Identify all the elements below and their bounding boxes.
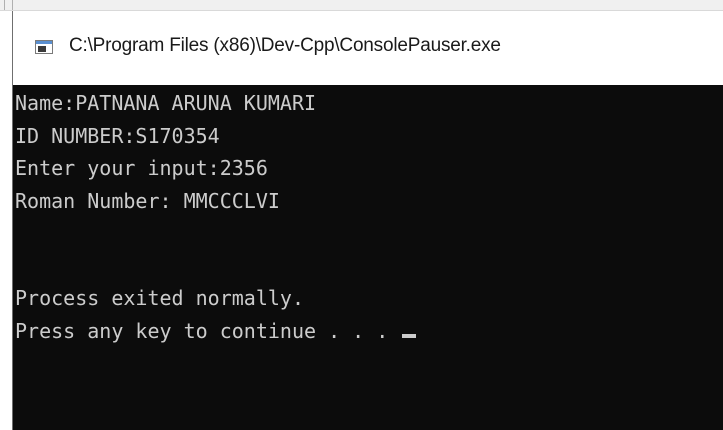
- console-window[interactable]: C:\Program Files (x86)\Dev-Cpp\ConsolePa…: [12, 11, 723, 430]
- edge-divider: [12, 0, 13, 10]
- edge-divider: [4, 0, 5, 10]
- output-line-input: Enter your input:2356: [15, 156, 268, 180]
- output-line-prompt: Press any key to continue . . .: [15, 315, 723, 348]
- output-line-name: Name:PATNANA ARUNA KUMARI: [15, 91, 317, 115]
- title-bar[interactable]: C:\Program Files (x86)\Dev-Cpp\ConsolePa…: [13, 11, 723, 85]
- output-line-blank: [15, 217, 723, 250]
- console-output[interactable]: Name:PATNANA ARUNA KUMARI ID NUMBER:S170…: [13, 85, 723, 430]
- output-line-id-number: ID NUMBER:S170354: [15, 123, 220, 148]
- output-line-blank: [15, 250, 723, 283]
- text-cursor: [402, 333, 417, 338]
- window-title: C:\Program Files (x86)\Dev-Cpp\ConsolePa…: [69, 35, 501, 56]
- console-app-icon[interactable]: [35, 40, 53, 54]
- output-line-roman-number: Roman Number: MMCCCLVI: [15, 188, 280, 213]
- background-window-edge: [0, 0, 723, 11]
- press-any-key-prompt: Press any key to continue . . .: [15, 318, 401, 343]
- screen: C:\Program Files (x86)\Dev-Cpp\ConsolePa…: [0, 0, 723, 430]
- output-line-process-exited: Process exited normally.: [15, 286, 304, 310]
